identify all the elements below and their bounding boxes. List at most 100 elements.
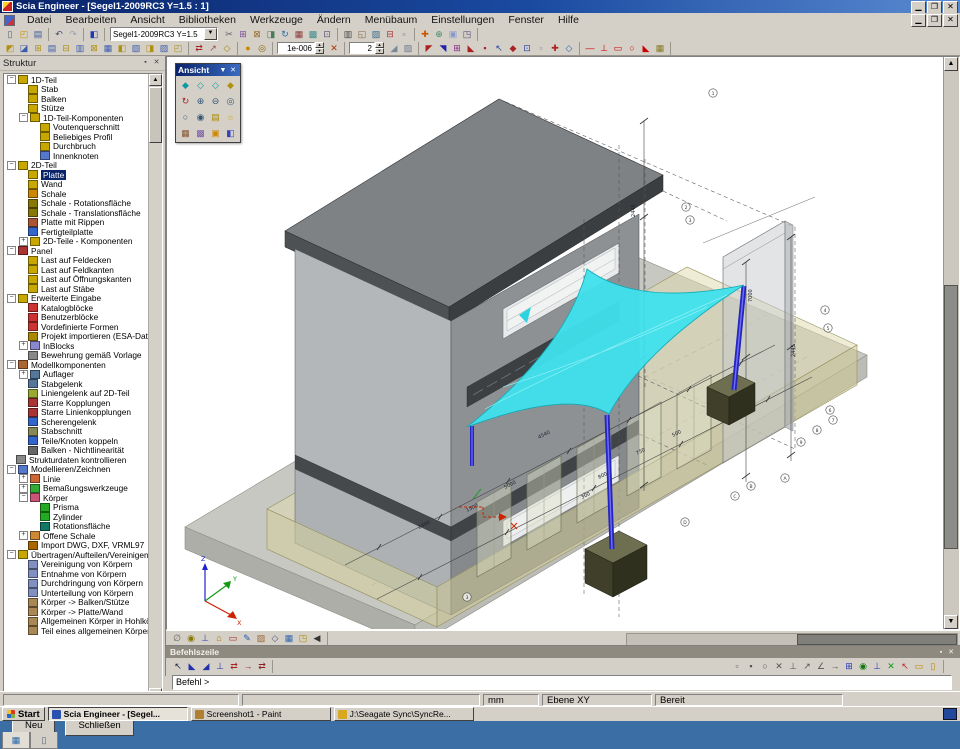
start-button[interactable]: Start xyxy=(2,707,45,721)
column-button[interactable]: ▤ xyxy=(45,42,59,55)
tree-item-teil-eines-allgemeinen-körpers-zu-ba[interactable]: Teil eines allgemeinen Körpers zu Ba xyxy=(4,626,148,636)
tree-item-projekt-importieren-esa-datei[interactable]: Projekt importieren (ESA-Datei) xyxy=(4,332,148,342)
export-button[interactable]: ⊟ xyxy=(383,28,397,41)
redo-button[interactable]: ↷ xyxy=(66,28,80,41)
snap-dir-button[interactable]: ↗ xyxy=(800,660,814,673)
pin-icon[interactable]: ▪ xyxy=(140,58,151,68)
snap-box-button[interactable]: ▭ xyxy=(912,660,926,673)
tab-eigenschaften[interactable]: ▯ xyxy=(30,732,58,749)
step-right-button[interactable]: → xyxy=(241,660,255,673)
paste-button[interactable]: ⊠ xyxy=(250,28,264,41)
engineering-report-button[interactable]: ▣ xyxy=(446,28,460,41)
tree-item-modellieren-zeichnen[interactable]: −Modellieren/Zeichnen xyxy=(4,465,148,475)
tree-item-katalogblöcke[interactable]: Katalogblöcke xyxy=(4,303,148,313)
expander-icon[interactable]: + xyxy=(19,474,28,483)
tree-item-strukturdaten-kontrollieren[interactable]: Strukturdaten kontrollieren xyxy=(4,455,148,465)
tree-item-stütze[interactable]: Stütze xyxy=(4,104,148,114)
tree-item-erweiterte-eingabe[interactable]: −Erweiterte Eingabe xyxy=(4,294,148,304)
rib-button[interactable]: ◧ xyxy=(115,42,129,55)
menu-ansicht[interactable]: Ansicht xyxy=(123,14,171,26)
tree-vertical-scrollbar[interactable]: ▲ ▼ xyxy=(148,74,162,700)
tree-item-teile-knoten-koppeln[interactable]: Teile/Knoten koppeln xyxy=(4,436,148,446)
tree-item-prisma[interactable]: Prisma xyxy=(4,503,148,513)
project-combo[interactable]: Segel1-2009RC3 Y=1.5 ▼ xyxy=(110,27,218,41)
tree-item-stab[interactable]: Stab xyxy=(4,85,148,95)
pin-icon[interactable]: ▪ xyxy=(936,649,946,656)
weld-button[interactable]: ● xyxy=(241,42,255,55)
expander-icon[interactable]: − xyxy=(7,360,16,369)
fit-lower-button[interactable]: ◣ xyxy=(185,660,199,673)
document-button[interactable]: ▫ xyxy=(397,28,411,41)
copy-button[interactable]: ⊞ xyxy=(236,28,250,41)
menu-ändern[interactable]: Ändern xyxy=(310,14,358,26)
fit-upper-button[interactable]: ◢ xyxy=(199,660,213,673)
tree-item-körper-platte-wand[interactable]: Körper -> Platte/Wand xyxy=(4,607,148,617)
draw-circle-button[interactable]: ○ xyxy=(625,42,639,55)
tree-item-schale-rotationsfläche[interactable]: Schale - Rotationsfläche xyxy=(4,199,148,209)
footing-block[interactable] xyxy=(585,531,647,597)
command-input[interactable]: Befehl > xyxy=(172,675,952,690)
light-button[interactable]: ☼ xyxy=(222,109,239,125)
snap-point-button[interactable]: ◉ xyxy=(856,660,870,673)
sel-add-button[interactable]: ✚ xyxy=(548,42,562,55)
options-button[interactable]: ◳ xyxy=(460,28,474,41)
menu-werkzeuge[interactable]: Werkzeuge xyxy=(243,14,310,26)
project-window-button[interactable]: ◧ xyxy=(87,28,101,41)
save-file-button[interactable]: ▤ xyxy=(31,28,45,41)
system-tray-icon[interactable] xyxy=(943,708,957,720)
sel-corner1-button[interactable]: ◤ xyxy=(422,42,436,55)
axo-view-button[interactable]: ⊥ xyxy=(198,632,212,645)
tree-item-durchdringung-von-körpern[interactable]: Durchdringung von Körpern xyxy=(4,579,148,589)
snap-ortho-button[interactable]: ⊥ xyxy=(870,660,884,673)
clip-1-button[interactable]: ∅ xyxy=(170,632,184,645)
sel-grid-button[interactable]: ⊞ xyxy=(450,42,464,55)
tree-item-rotationsfläche[interactable]: Rotationsfläche xyxy=(4,522,148,532)
expander-icon[interactable]: + xyxy=(19,370,28,379)
chevron-down-icon[interactable]: ▼ xyxy=(204,28,217,40)
tree-item-balken-nichtlinearität[interactable]: Balken - Nichtlinearität xyxy=(4,446,148,456)
menu-einstellungen[interactable]: Einstellungen xyxy=(424,14,501,26)
expander-icon[interactable]: − xyxy=(7,550,16,559)
expander-icon[interactable]: − xyxy=(7,294,16,303)
scrollbar-thumb[interactable] xyxy=(149,87,162,143)
sel-prev-button[interactable]: ◇ xyxy=(562,42,576,55)
taskbar-task-screenshot1-paint[interactable]: Screenshot1 - Paint xyxy=(191,707,331,721)
mdi-close-button[interactable]: ✕ xyxy=(943,14,958,27)
swap-lr-button[interactable]: ⇄ xyxy=(227,660,241,673)
tree-item-last-auf-feldkanten[interactable]: Last auf Feldkanten xyxy=(4,265,148,275)
solid-view-button[interactable]: ▦ xyxy=(282,632,296,645)
tree-item-2d-teile-komponenten[interactable]: +2D-Teile - Komponenten xyxy=(4,237,148,247)
tree-item-durchbruch[interactable]: Durchbruch xyxy=(4,142,148,152)
expander-icon[interactable]: + xyxy=(19,531,28,540)
scrollbar-thumb[interactable] xyxy=(797,634,957,645)
tree-item-vereinigung-von-körpern[interactable]: Vereinigung von Körpern xyxy=(4,560,148,570)
tree-item-wand[interactable]: Wand xyxy=(4,180,148,190)
swap-ends-button[interactable]: ⇄ xyxy=(255,660,269,673)
tree-item-entnahme-von-körpern[interactable]: Entnahme von Körpern xyxy=(4,569,148,579)
tree-item-inblocks[interactable]: +InBlocks xyxy=(4,341,148,351)
tree-item-körper[interactable]: −Körper xyxy=(4,493,148,503)
tree-item-auflager[interactable]: +Auflager xyxy=(4,370,148,380)
tree-item-2d-teil[interactable]: −2D-Teil xyxy=(4,161,148,171)
zoom-window-button[interactable]: ◎ xyxy=(222,93,239,109)
gap-button[interactable]: ◇ xyxy=(220,42,234,55)
cross-link-button[interactable]: ◨ xyxy=(143,42,157,55)
expander-icon[interactable]: − xyxy=(7,465,16,474)
expander-icon[interactable]: − xyxy=(7,161,16,170)
close-icon[interactable]: ✕ xyxy=(151,58,162,68)
undo-button[interactable]: ↶ xyxy=(52,28,66,41)
select-arrow-button[interactable]: ↖ xyxy=(171,660,185,673)
angle-tool-button[interactable]: ◢ xyxy=(387,42,401,55)
snap-last-button[interactable]: ▯ xyxy=(926,660,940,673)
truss-button[interactable]: ▨ xyxy=(157,42,171,55)
sel-cursor-button[interactable]: ↖ xyxy=(492,42,506,55)
snap-x-button[interactable]: ✕ xyxy=(884,660,898,673)
tree-item-vordefinierte-formen[interactable]: Vordefinierte Formen xyxy=(4,322,148,332)
dim-style-button[interactable]: ⌂ xyxy=(212,632,226,645)
count-spinner[interactable]: 2 ▲▼ xyxy=(349,42,384,54)
node-button[interactable]: ◩ xyxy=(3,42,17,55)
command-panel-header[interactable]: Befehlszeile ▪ ✕ xyxy=(166,646,960,658)
snap-tangent-button[interactable]: → xyxy=(828,660,842,673)
tab-struktur[interactable]: ▦ xyxy=(2,732,30,749)
tree-item-panel[interactable]: −Panel xyxy=(4,246,148,256)
